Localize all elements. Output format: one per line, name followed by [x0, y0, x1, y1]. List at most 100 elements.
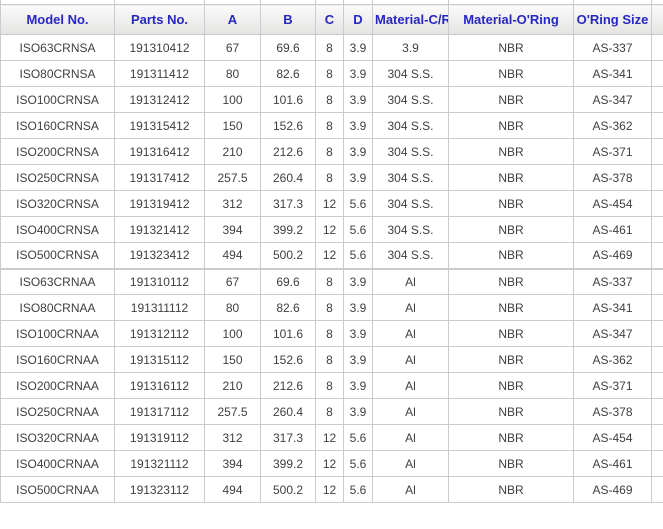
- table-cell: 304 S.S.: [373, 61, 449, 87]
- table-cell: 101.6: [261, 87, 316, 113]
- table-cell: NBR: [449, 165, 574, 191]
- table-cell: 5.6: [344, 243, 373, 269]
- table-cell: 5.6: [344, 425, 373, 451]
- cutoff-column-border: [651, 0, 652, 4]
- table-cell: 150: [205, 347, 261, 373]
- table-row: ISO160CRNAA191315112150152.683.9AlNBRAS-…: [1, 347, 663, 373]
- table-row: ISO80CRNAA1913111128082.683.9AlNBRAS-341: [1, 295, 663, 321]
- table-cell: Al: [373, 373, 449, 399]
- table-cell: 317.3: [261, 425, 316, 451]
- table-cell: 3.9: [344, 139, 373, 165]
- cutoff-column-border: [260, 0, 261, 4]
- table-cell: 312: [205, 191, 261, 217]
- table-cell: 191312412: [115, 87, 205, 113]
- table-cell: ISO63CRNSA: [1, 35, 115, 61]
- table-cell: 191321112: [115, 451, 205, 477]
- column-header-8: O'Ring Size: [574, 5, 652, 35]
- cutoff-column-border: [315, 0, 316, 4]
- table-cell: 8: [316, 373, 344, 399]
- table-cell: 8: [316, 61, 344, 87]
- table-cell: 212.6: [261, 373, 316, 399]
- table-cell: 304 S.S.: [373, 139, 449, 165]
- table-cell: 67: [205, 269, 261, 295]
- table-cell: AS-454: [574, 191, 652, 217]
- table-cell: NBR: [449, 399, 574, 425]
- table-cell: 257.5: [205, 165, 261, 191]
- table-cell: 12: [316, 425, 344, 451]
- cutoff-column-border: [448, 0, 449, 4]
- table-cell: 191317412: [115, 165, 205, 191]
- table-cell: AS-469: [574, 477, 652, 503]
- table-cell: 257.5: [205, 399, 261, 425]
- table-cell: AS-469: [574, 243, 652, 269]
- table-cell: 12: [316, 451, 344, 477]
- cutoff-column-border: [343, 0, 344, 4]
- table-row: ISO200CRNSA191316412210212.683.9304 S.S.…: [1, 139, 663, 165]
- table-cell: ISO80CRNAA: [1, 295, 115, 321]
- table-cell-cutoff: [652, 269, 663, 295]
- table-cell: 191311412: [115, 61, 205, 87]
- table-cell: 191310412: [115, 35, 205, 61]
- table-cell: 8: [316, 295, 344, 321]
- table-cell-cutoff: [652, 373, 663, 399]
- table-cell-cutoff: [652, 217, 663, 243]
- column-header-cutoff: [652, 5, 663, 35]
- table-cell: 101.6: [261, 321, 316, 347]
- table-cell: NBR: [449, 269, 574, 295]
- table-cell: NBR: [449, 191, 574, 217]
- table-cell: 191312112: [115, 321, 205, 347]
- table-cell: 69.6: [261, 269, 316, 295]
- table-cell: AS-371: [574, 373, 652, 399]
- table-cell: 3.9: [344, 321, 373, 347]
- table-cell: NBR: [449, 477, 574, 503]
- column-header-7: Material-O'Ring: [449, 5, 574, 35]
- table-cell: NBR: [449, 373, 574, 399]
- table-cell: NBR: [449, 87, 574, 113]
- table-cell: 8: [316, 399, 344, 425]
- table-cell: ISO100CRNAA: [1, 321, 115, 347]
- table-cell: 210: [205, 373, 261, 399]
- table-cell: 394: [205, 451, 261, 477]
- table-cell: 80: [205, 295, 261, 321]
- table-cell: 12: [316, 477, 344, 503]
- table-cell: 494: [205, 477, 261, 503]
- column-header-3: B: [261, 5, 316, 35]
- table-cell: 304 S.S.: [373, 191, 449, 217]
- table-cell: 191317112: [115, 399, 205, 425]
- table-cell: 399.2: [261, 451, 316, 477]
- table-row: ISO320CRNSA191319412312317.3125.6304 S.S…: [1, 191, 663, 217]
- table-cell: 500.2: [261, 477, 316, 503]
- spec-table: Model No.Parts No.ABCDMaterial-C/RMateri…: [0, 4, 663, 503]
- table-cell: NBR: [449, 139, 574, 165]
- table-cell: 150: [205, 113, 261, 139]
- table-row: ISO63CRNSA1913104126769.683.93.9NBRAS-33…: [1, 35, 663, 61]
- table-cell-cutoff: [652, 113, 663, 139]
- table-cell: NBR: [449, 425, 574, 451]
- table-cell: ISO100CRNSA: [1, 87, 115, 113]
- table-cell-cutoff: [652, 477, 663, 503]
- table-cell: 3.9: [344, 295, 373, 321]
- table-cell: NBR: [449, 451, 574, 477]
- column-header-6: Material-C/R: [373, 5, 449, 35]
- table-cell: AS-341: [574, 295, 652, 321]
- table-cell: AS-371: [574, 139, 652, 165]
- table-cell: Al: [373, 425, 449, 451]
- table-cell: ISO500CRNSA: [1, 243, 115, 269]
- table-cell: 8: [316, 347, 344, 373]
- cutoff-column-border: [0, 0, 1, 4]
- table-cell: 5.6: [344, 217, 373, 243]
- table-cell: NBR: [449, 321, 574, 347]
- table-cell: AS-337: [574, 269, 652, 295]
- table-cell: 152.6: [261, 347, 316, 373]
- cutoff-row-above: [0, 0, 663, 4]
- column-header-0: Model No.: [1, 5, 115, 35]
- table-cell: 3.9: [344, 87, 373, 113]
- table-cell: Al: [373, 451, 449, 477]
- table-cell: Al: [373, 269, 449, 295]
- table-cell: Al: [373, 399, 449, 425]
- table-row: ISO250CRNAA191317112257.5260.483.9AlNBRA…: [1, 399, 663, 425]
- table-row: ISO320CRNAA191319112312317.3125.6AlNBRAS…: [1, 425, 663, 451]
- table-cell: 82.6: [261, 295, 316, 321]
- table-cell: 8: [316, 269, 344, 295]
- table-row: ISO160CRNSA191315412150152.683.9304 S.S.…: [1, 113, 663, 139]
